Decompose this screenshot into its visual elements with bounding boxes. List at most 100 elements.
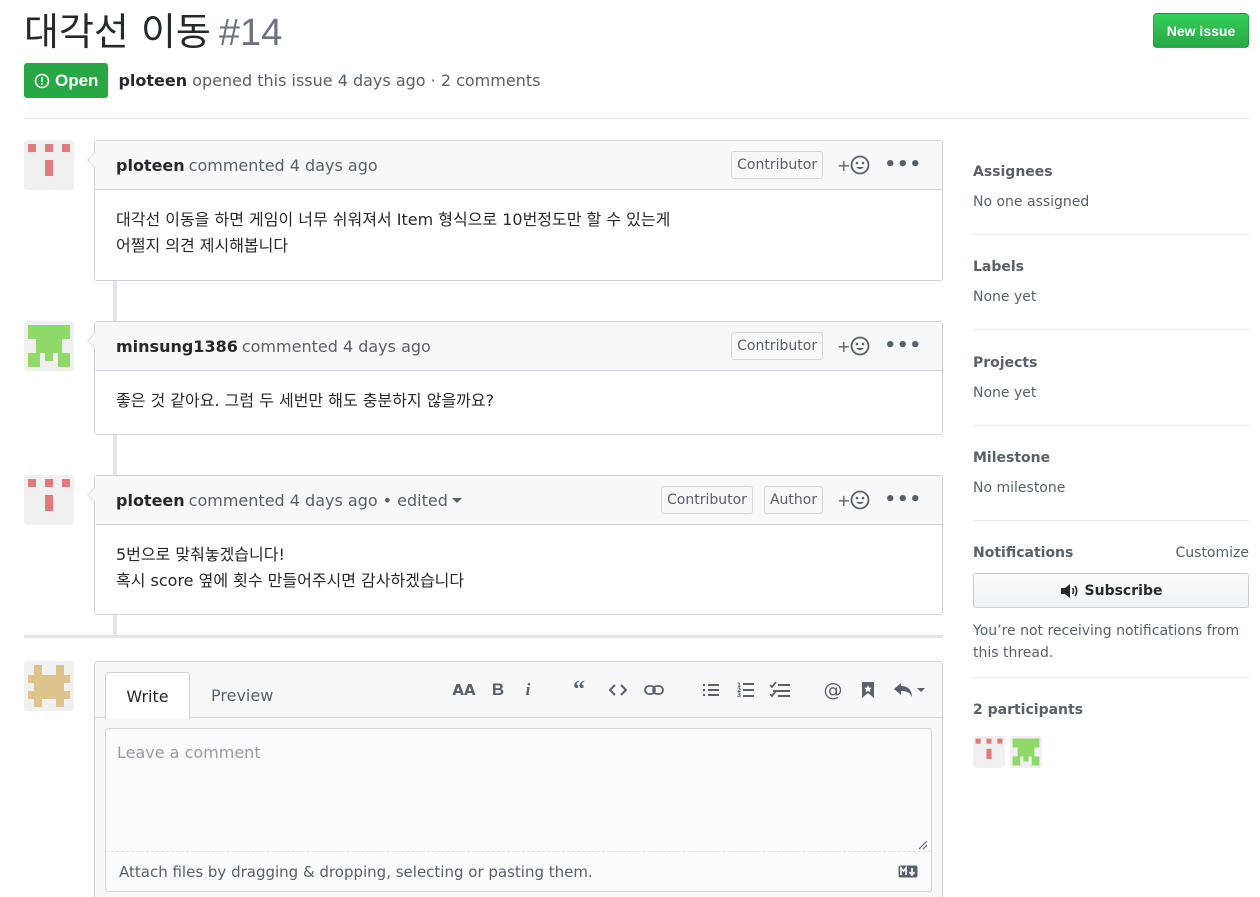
more-options-icon[interactable]: •••: [884, 491, 922, 509]
sidebar-milestone[interactable]: Milestone No milestone: [973, 450, 1249, 496]
comment-timestamp[interactable]: commented 4 days ago: [189, 156, 378, 175]
markdown-icon[interactable]: [898, 865, 918, 878]
more-options-icon[interactable]: •••: [884, 156, 922, 174]
caret-down-icon: [451, 497, 462, 508]
milestone-value: No milestone: [973, 480, 1066, 496]
comment-author-link[interactable]: ploteen: [116, 491, 185, 510]
tab-preview[interactable]: Preview: [211, 672, 273, 718]
issue-meta: Open ploteen opened this issue 4 days ag…: [24, 63, 540, 98]
participant-avatars: [973, 736, 1042, 768]
issue-title: 대각선 이동 #14: [24, 6, 282, 59]
text-size-icon[interactable]: AA: [452, 678, 476, 702]
comment-2: minsung1386 commented 4 days ago Contrib…: [87, 321, 943, 435]
participants-heading: 2 participants: [973, 702, 1084, 718]
quote-icon[interactable]: “: [568, 677, 590, 703]
add-reaction-button[interactable]: +: [837, 336, 870, 356]
new-issue-button[interactable]: New issue: [1153, 13, 1249, 48]
italic-icon[interactable]: i: [520, 678, 536, 702]
sidebar-divider: [973, 329, 1249, 330]
comment-timestamp[interactable]: commented 4 days ago: [189, 491, 378, 510]
comment-textarea[interactable]: Leave a comment Attach files by dragging…: [105, 728, 932, 892]
identicon-red-icon: [28, 144, 70, 176]
sidebar-divider: [973, 677, 1249, 678]
comment-line: 좋은 것 같아요. 그럼 두 세번만 해도 충분하지 않을까요?: [116, 391, 495, 410]
labels-heading[interactable]: Labels: [973, 259, 1249, 275]
add-reaction-button[interactable]: +: [837, 490, 870, 510]
subscribe-button[interactable]: Subscribe: [973, 573, 1249, 608]
issue-meta-text: ploteen opened this issue 4 days ago · 2…: [118, 71, 540, 90]
sidebar-divider: [973, 234, 1249, 235]
smiley-icon: [851, 155, 870, 175]
comment-timestamp[interactable]: commented 4 days ago: [242, 337, 431, 356]
contributor-badge: Contributor: [731, 151, 824, 179]
author-badge: Author: [763, 486, 824, 514]
issue-opened-icon: [34, 73, 50, 88]
link-icon[interactable]: [643, 678, 665, 702]
issue-author-link[interactable]: ploteen: [118, 71, 187, 90]
comment-header: ploteen commented 4 days ago Contributor…: [95, 141, 942, 190]
numbered-list-icon[interactable]: 123: [736, 678, 756, 702]
avatar[interactable]: [24, 321, 74, 371]
edited-dropdown[interactable]: • edited: [383, 491, 462, 510]
comment-header: ploteen commented 4 days ago • edited Co…: [95, 476, 942, 525]
comment-body: 좋은 것 같아요. 그럼 두 세번만 해도 충분하지 않을까요?: [95, 371, 942, 434]
comment-line: 혹시 score 옆에 횟수 만들어주시면 감사하겠습니다: [116, 571, 465, 590]
milestone-heading[interactable]: Milestone: [973, 450, 1249, 466]
comment-line: 대각선 이동을 하면 게임이 너무 쉬워져서 Item 형식으로 10번정도만 …: [116, 210, 671, 229]
comment-tabs: Write Preview AA B i “ 123 @: [95, 662, 942, 719]
subscribe-label: Subscribe: [1084, 582, 1163, 599]
smiley-icon: [851, 490, 870, 510]
issue-title-text: 대각선 이동: [24, 10, 211, 54]
labels-value: None yet: [973, 289, 1037, 305]
sidebar-labels[interactable]: Labels None yet: [973, 259, 1249, 305]
identicon-red-icon: [28, 479, 70, 511]
more-options-icon[interactable]: •••: [884, 337, 922, 355]
comment-author-link[interactable]: minsung1386: [116, 337, 238, 356]
avatar[interactable]: [24, 475, 74, 525]
bullet-list-icon[interactable]: [701, 678, 721, 702]
contributor-badge: Contributor: [731, 332, 824, 360]
issue-opened-text: opened this issue 4 days ago · 2 comment…: [192, 71, 541, 90]
sidebar-notifications: Notifications Customize Subscribe You’re…: [973, 545, 1250, 661]
notifications-note: You’re not receiving notifications from …: [973, 623, 1240, 661]
status-text: Open: [55, 70, 99, 90]
avatar[interactable]: [24, 661, 74, 711]
comment-3: ploteen commented 4 days ago • edited Co…: [87, 475, 943, 615]
comment-header: minsung1386 commented 4 days ago Contrib…: [95, 322, 942, 371]
reply-icon[interactable]: [892, 678, 928, 702]
projects-heading[interactable]: Projects: [973, 355, 1249, 371]
avatar[interactable]: [24, 140, 74, 190]
tab-write[interactable]: Write: [105, 672, 190, 719]
customize-link[interactable]: Customize: [1176, 545, 1250, 561]
participant-avatar[interactable]: [1010, 736, 1042, 768]
add-reaction-button[interactable]: +: [837, 155, 870, 175]
sidebar-divider: [973, 520, 1249, 521]
projects-value: None yet: [973, 385, 1037, 401]
bold-icon[interactable]: B: [488, 678, 508, 702]
assignees-heading[interactable]: Assignees: [973, 164, 1249, 180]
sidebar-participants: 2 participants: [973, 702, 1249, 768]
mention-icon[interactable]: @: [822, 678, 844, 702]
issue-number: #14: [218, 12, 283, 54]
code-icon[interactable]: [607, 678, 629, 702]
sidebar-projects[interactable]: Projects None yet: [973, 355, 1249, 401]
comment-author-link[interactable]: ploteen: [116, 156, 185, 175]
sidebar-assignees[interactable]: Assignees No one assigned: [973, 164, 1249, 210]
attach-files-text[interactable]: Attach files by dragging & dropping, sel…: [119, 863, 593, 881]
comment-body: 5번으로 맞춰놓겠습니다! 혹시 score 옆에 횟수 만들어주시면 감사하겠…: [95, 525, 942, 614]
svg-text:3: 3: [737, 692, 741, 699]
assignees-value: No one assigned: [973, 194, 1090, 210]
contributor-badge: Contributor: [661, 486, 753, 514]
resize-handle-icon[interactable]: [918, 840, 928, 850]
header-divider: [24, 118, 1249, 119]
timeline-end-divider: [24, 635, 943, 638]
identicon-green-icon: [1012, 738, 1040, 766]
task-list-icon[interactable]: [768, 678, 792, 702]
comment-input[interactable]: Leave a comment: [106, 729, 931, 852]
saved-reply-icon[interactable]: [859, 678, 877, 702]
comment-line: 5번으로 맞춰놓겠습니다!: [116, 545, 285, 564]
unmute-icon: [1060, 583, 1078, 598]
status-badge: Open: [24, 63, 109, 98]
new-comment-form: Write Preview AA B i “ 123 @ Leave a com…: [94, 661, 943, 897]
participant-avatar[interactable]: [973, 736, 1005, 768]
